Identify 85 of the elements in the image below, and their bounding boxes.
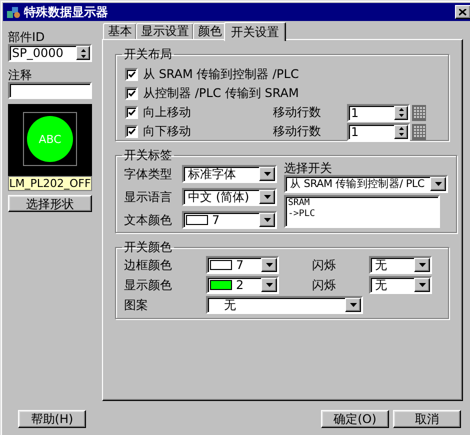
dropdown[interactable]: 无 bbox=[206, 296, 363, 314]
comment-field[interactable] bbox=[8, 82, 92, 99]
tab[interactable]: 颜色 bbox=[193, 23, 227, 39]
caret-icon bbox=[418, 263, 426, 267]
lamp-shape: ABC bbox=[27, 116, 73, 162]
checkmark-icon bbox=[128, 90, 136, 97]
checkbox[interactable] bbox=[125, 68, 138, 81]
field-label: 闪烁 bbox=[312, 278, 336, 292]
down-arrow-icon bbox=[80, 54, 86, 58]
field-label: 文本颜色 bbox=[124, 212, 172, 226]
dropdown[interactable]: 无 bbox=[369, 256, 432, 274]
down-arrow-icon bbox=[398, 114, 404, 117]
dropdown[interactable]: 2 bbox=[206, 276, 279, 294]
dropdown-arrow-button[interactable] bbox=[345, 298, 361, 312]
tab[interactable]: 基本 bbox=[103, 23, 137, 39]
down-arrow-icon bbox=[398, 133, 404, 136]
dropdown-arrow-button[interactable] bbox=[261, 258, 277, 272]
preview-text-box[interactable]: SRAM ->PLC bbox=[284, 195, 440, 228]
shape-name-label: LM_PL202_OFF bbox=[8, 176, 92, 191]
tab[interactable]: 开关设置 bbox=[224, 22, 286, 41]
group-title: 开关布局 bbox=[123, 46, 173, 63]
checkbox-label: 从控制器 /PLC 传输到 SRAM bbox=[143, 85, 299, 102]
group-title: 开关标签 bbox=[123, 147, 173, 164]
dropdown[interactable]: 7 bbox=[206, 256, 279, 274]
field-label: 闪烁 bbox=[312, 258, 336, 272]
dropdown-arrow-button[interactable] bbox=[430, 177, 446, 191]
field-label: 移动行数 bbox=[273, 105, 321, 119]
spin-button[interactable] bbox=[394, 124, 408, 138]
dropdown-arrow-button[interactable] bbox=[261, 278, 277, 292]
app-icon bbox=[6, 5, 21, 19]
close-icon bbox=[459, 8, 467, 16]
checkbox[interactable] bbox=[125, 106, 138, 119]
caret-icon bbox=[264, 195, 270, 199]
spin-button[interactable] bbox=[76, 46, 90, 60]
spin-field[interactable]: SP_0000 bbox=[8, 44, 92, 62]
field-label: 显示颜色 bbox=[124, 278, 172, 292]
caret-icon bbox=[350, 303, 356, 307]
dialog-button[interactable]: 取消 bbox=[393, 410, 461, 428]
checkbox[interactable] bbox=[125, 125, 138, 138]
dropdown[interactable]: 从 SRAM 传输到控制器/ PLC bbox=[284, 175, 448, 193]
dialog-button[interactable]: 帮助(H) bbox=[18, 410, 86, 428]
checkbox[interactable] bbox=[125, 87, 138, 100]
field-label: 图案 bbox=[124, 298, 148, 312]
caret-icon bbox=[266, 283, 272, 287]
dropdown-arrow-button[interactable] bbox=[259, 190, 275, 204]
field-label: 部件ID bbox=[8, 30, 45, 44]
up-arrow-icon bbox=[80, 48, 86, 52]
caret-icon bbox=[434, 182, 442, 186]
dropdown[interactable]: 中文 (简体) bbox=[182, 188, 277, 206]
caret-icon bbox=[264, 218, 270, 222]
keypad-icon bbox=[412, 106, 426, 119]
up-arrow-icon bbox=[398, 108, 404, 111]
dropdown[interactable]: 标准字体 bbox=[182, 165, 277, 183]
dropdown[interactable]: 7 bbox=[182, 211, 277, 229]
dropdown-arrow-button[interactable] bbox=[414, 258, 430, 272]
field-label: 移动行数 bbox=[273, 124, 321, 138]
dropdown[interactable]: 无 bbox=[369, 276, 432, 294]
tab[interactable]: 显示设置 bbox=[136, 23, 194, 39]
spin-button[interactable] bbox=[394, 106, 408, 120]
dropdown-arrow-button[interactable] bbox=[259, 167, 275, 181]
close-button[interactable] bbox=[455, 5, 470, 19]
field-label: 注释 bbox=[8, 68, 32, 82]
field-label: 选择开关 bbox=[284, 161, 332, 175]
field-label: 显示语言 bbox=[124, 190, 172, 204]
caret-icon bbox=[418, 283, 426, 287]
checkmark-icon bbox=[128, 71, 136, 78]
checkbox-label: 向下移动 bbox=[143, 123, 191, 140]
field-label: 字体类型 bbox=[124, 166, 172, 180]
select-shape-button[interactable]: 选择形状 bbox=[8, 195, 92, 212]
caret-icon bbox=[266, 263, 272, 267]
checkbox-label: 向上移动 bbox=[143, 104, 191, 121]
dialog-button[interactable]: 确定(O) bbox=[321, 410, 389, 428]
up-arrow-icon bbox=[398, 127, 404, 130]
caret-icon bbox=[264, 172, 270, 176]
checkmark-icon bbox=[128, 128, 136, 135]
window-title: 特殊数据显示器 bbox=[24, 4, 109, 20]
checkmark-icon bbox=[128, 109, 136, 116]
spin-field[interactable]: 1 bbox=[347, 122, 410, 140]
dropdown-arrow-button[interactable] bbox=[414, 278, 430, 292]
dropdown-arrow-button[interactable] bbox=[259, 213, 275, 227]
field-label: 边框颜色 bbox=[124, 258, 172, 272]
spin-field[interactable]: 1 bbox=[347, 104, 410, 122]
checkbox-label: 从 SRAM 传输到控制器 /PLC bbox=[143, 66, 299, 83]
keypad-icon bbox=[412, 125, 426, 138]
group-title: 开关颜色 bbox=[123, 239, 173, 256]
